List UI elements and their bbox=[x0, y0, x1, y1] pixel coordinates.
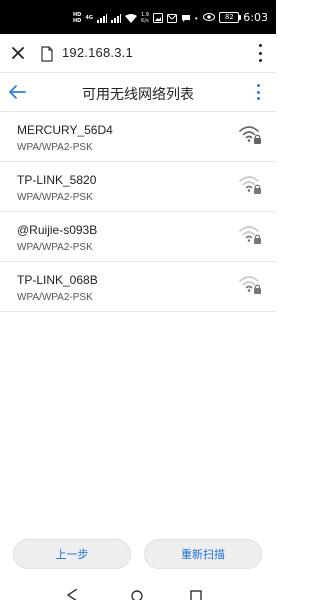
network-security: WPA/WPA2-PSK bbox=[17, 242, 93, 253]
more-dot bbox=[256, 84, 260, 87]
more-dot bbox=[256, 90, 260, 94]
nav-recent-apps-icon[interactable] bbox=[190, 589, 202, 600]
more-dot bbox=[256, 97, 260, 100]
network-ssid: TP-LINK_068B bbox=[17, 273, 98, 287]
close-tab-button[interactable] bbox=[9, 44, 27, 62]
status-right: 82 6:03 bbox=[203, 9, 268, 25]
previous-step-button[interactable]: 上一步 bbox=[13, 539, 131, 569]
network-item[interactable]: TP-LINK_5820 WPA/WPA2-PSK bbox=[0, 162, 276, 212]
message-icon bbox=[181, 14, 190, 22]
wifi-locked-strong-icon bbox=[239, 126, 261, 144]
mail-icon bbox=[166, 13, 177, 23]
page-icon bbox=[41, 46, 53, 62]
wifi-status-icon bbox=[124, 13, 137, 23]
close-icon bbox=[12, 47, 24, 59]
nav-home-icon[interactable] bbox=[131, 589, 143, 600]
notification-image-icon bbox=[152, 13, 163, 23]
wifi-locked-weak-icon bbox=[239, 276, 261, 294]
wifi-locked-weak-icon bbox=[239, 176, 261, 194]
rescan-button[interactable]: 重新扫描 bbox=[144, 539, 262, 569]
network-security: WPA/WPA2-PSK bbox=[17, 192, 93, 203]
network-security: WPA/WPA2-PSK bbox=[17, 292, 93, 303]
network-ssid: @Ruijie-s093B bbox=[17, 223, 98, 237]
page-more-button[interactable] bbox=[256, 84, 260, 100]
network-ssid: TP-LINK_5820 bbox=[17, 173, 97, 187]
network-speed: 1.9 K/s bbox=[140, 12, 149, 24]
page-title: 可用无线网络列表 bbox=[82, 86, 194, 102]
more-dot bbox=[258, 51, 262, 55]
wifi-locked-weak-icon bbox=[239, 226, 261, 244]
battery-icon: 82 bbox=[219, 11, 242, 23]
more-notifications-icon: • bbox=[194, 13, 198, 23]
cell-signal-2-icon bbox=[110, 13, 121, 23]
network-item[interactable]: @Ruijie-s093B WPA/WPA2-PSK bbox=[0, 212, 276, 262]
network-type-label: 4G bbox=[85, 15, 93, 21]
more-dot bbox=[258, 59, 262, 62]
cell-signal-icon bbox=[96, 13, 107, 23]
nav-back-icon[interactable] bbox=[66, 589, 80, 600]
browser-toolbar: 192.168.3.1 bbox=[0, 34, 276, 72]
network-item[interactable]: MERCURY_56D4 WPA/WPA2-PSK bbox=[0, 112, 276, 162]
hd-signal-icon: HD HD bbox=[73, 12, 82, 24]
address-bar[interactable]: 192.168.3.1 bbox=[62, 45, 133, 60]
network-ssid: MERCURY_56D4 bbox=[17, 123, 113, 137]
more-dot bbox=[258, 44, 262, 47]
system-nav-bar bbox=[0, 585, 276, 600]
page-header: 可用无线网络列表 bbox=[0, 72, 276, 112]
status-left-icons: HD HD 4G 1.9 K/s • bbox=[73, 10, 198, 26]
browser-menu-button[interactable] bbox=[254, 44, 266, 62]
status-bar: HD HD 4G 1.9 K/s • 82 6:03 bbox=[0, 0, 276, 34]
network-list: MERCURY_56D4 WPA/WPA2-PSK TP-LINK_5820 W… bbox=[0, 112, 276, 312]
clock: 6:03 bbox=[243, 10, 268, 24]
network-item[interactable]: TP-LINK_068B WPA/WPA2-PSK bbox=[0, 262, 276, 312]
eye-comfort-icon bbox=[203, 13, 216, 21]
network-security: WPA/WPA2-PSK bbox=[17, 142, 93, 153]
